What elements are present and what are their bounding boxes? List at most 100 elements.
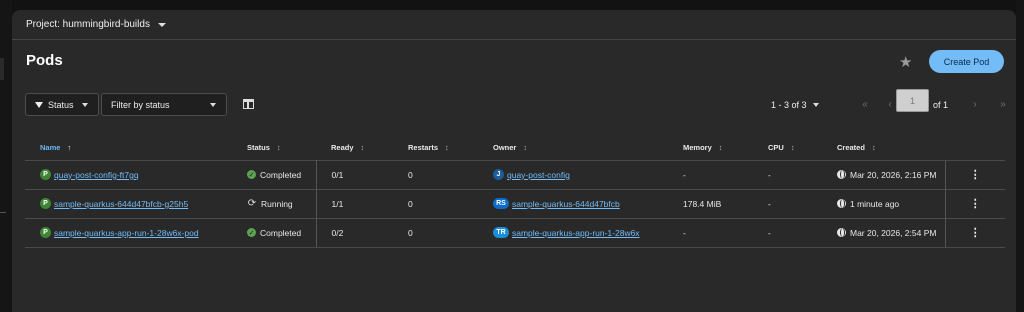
project-selector[interactable]: Project: hummingbird-builds bbox=[26, 19, 166, 30]
column-header-owner[interactable]: Owner ↕ bbox=[478, 136, 668, 160]
ready-cell: 0/2 bbox=[316, 217, 393, 248]
cpu-cell: - bbox=[753, 188, 822, 218]
owner-link[interactable]: sample-quarkus-644d47bfcb bbox=[512, 199, 620, 209]
restarts-cell: 0 bbox=[393, 217, 478, 248]
right-edge bbox=[1016, 0, 1024, 312]
page-of-label: of 1 bbox=[933, 99, 949, 110]
pod-name-cell: Pquay-post-config-ft7gq bbox=[25, 159, 232, 189]
status-cell: ⟳ Running bbox=[232, 188, 317, 218]
sync-icon: ⟳ bbox=[247, 198, 257, 210]
column-header-ready[interactable]: Ready ↕ bbox=[316, 136, 393, 160]
page-title: Pods bbox=[26, 52, 63, 69]
manage-columns-icon[interactable] bbox=[243, 99, 254, 109]
ready-cell: 1/1 bbox=[316, 188, 393, 218]
row-actions-cell: ⋮ bbox=[944, 159, 1005, 189]
pagination-summary: 1 - 3 of 3 bbox=[771, 99, 807, 110]
create-pod-button[interactable]: Create Pod bbox=[929, 50, 1004, 73]
created-cell: Mar 20, 2026, 2:16 PM bbox=[822, 159, 945, 189]
pod-name-link[interactable]: sample-quarkus-644d47bfcb-g25h5 bbox=[54, 199, 188, 209]
star-icon[interactable]: ★ bbox=[899, 55, 914, 70]
restarts-cell: 0 bbox=[393, 188, 478, 218]
pod-name-cell: Psample-quarkus-644d47bfcb-g25h5 bbox=[25, 188, 232, 218]
column-header-status[interactable]: Status ↕ bbox=[232, 136, 316, 160]
table-row: Psample-quarkus-app-run-1-28w6x-pod ✓ Com… bbox=[25, 217, 1005, 248]
pod-name-cell: Psample-quarkus-app-run-1-28w6x-pod bbox=[25, 217, 232, 248]
status-filter-select[interactable]: Filter by status bbox=[101, 93, 227, 116]
memory-cell: - bbox=[668, 159, 753, 189]
cpu-cell: - bbox=[753, 217, 822, 248]
pods-table: Name ↑ Status ↕ Ready ↕ Restarts ↕ Owner ↕ Me… bbox=[25, 136, 1005, 248]
sort-icon: ↕ bbox=[718, 143, 723, 153]
status-cell: ✓ Completed bbox=[232, 159, 317, 189]
project-label: Project: hummingbird-builds bbox=[26, 19, 150, 30]
created-text: 1 minute ago bbox=[850, 198, 900, 209]
status-text: Running bbox=[261, 198, 293, 209]
table-row: Psample-quarkus-644d47bfcb-g25h5 ⟳ Runnin… bbox=[25, 188, 1005, 218]
owner-link[interactable]: sample-quarkus-app-run-1-28w6x bbox=[512, 228, 640, 238]
row-actions-cell: ⋮ bbox=[944, 217, 1005, 248]
column-header-created[interactable]: Created ↕ bbox=[822, 136, 945, 160]
chevron-down-icon bbox=[81, 102, 88, 107]
pod-name-link[interactable]: sample-quarkus-app-run-1-28w6x-pod bbox=[54, 228, 199, 238]
column-header-memory[interactable]: Memory ↕ bbox=[668, 136, 753, 160]
owner-link[interactable]: quay-post-config bbox=[507, 170, 570, 180]
column-header-actions bbox=[945, 136, 1005, 160]
table-row: Pquay-post-config-ft7gq ✓ Completed 0/1 0… bbox=[25, 159, 1005, 189]
pagination-toggle[interactable]: 1 - 3 of 3 bbox=[771, 93, 819, 116]
pod-name-link[interactable]: quay-post-config-ft7gq bbox=[54, 170, 139, 180]
owner-badge: TR bbox=[493, 227, 509, 239]
page-number-input[interactable] bbox=[896, 89, 929, 112]
filter-value-label: Filter by status bbox=[111, 99, 170, 110]
owner-badge: RS bbox=[493, 198, 509, 210]
created-cell: Mar 20, 2026, 2:54 PM bbox=[822, 217, 945, 248]
row-actions-cell: ⋮ bbox=[944, 188, 1005, 218]
owner-cell: RS sample-quarkus-644d47bfcb bbox=[478, 188, 668, 218]
memory-cell: 178.4 MiB bbox=[668, 188, 753, 218]
kebab-menu-icon[interactable]: ⋮ bbox=[970, 169, 981, 181]
globe-icon bbox=[837, 199, 846, 209]
left-nav-edge bbox=[0, 0, 12, 312]
status-text: Completed bbox=[260, 169, 302, 180]
column-header-name[interactable]: Name ↑ bbox=[25, 136, 232, 160]
project-bar: Project: hummingbird-builds bbox=[12, 10, 1016, 40]
sort-icon: ↕ bbox=[871, 143, 876, 153]
kebab-menu-icon[interactable]: ⋮ bbox=[970, 198, 981, 210]
main-panel: Project: hummingbird-builds Pods ★ Creat… bbox=[12, 10, 1016, 312]
sort-icon: ↕ bbox=[523, 143, 528, 153]
sort-icon: ↕ bbox=[445, 143, 449, 153]
filter-type-label: Status bbox=[48, 99, 74, 110]
status-cell: ✓ Completed bbox=[232, 217, 317, 248]
memory-cell: - bbox=[668, 217, 753, 248]
pod-badge: P bbox=[40, 198, 51, 210]
globe-icon bbox=[837, 228, 846, 238]
globe-icon bbox=[837, 170, 846, 180]
cpu-cell: - bbox=[753, 159, 822, 189]
created-text: Mar 20, 2026, 2:54 PM bbox=[850, 227, 937, 238]
owner-cell: TR sample-quarkus-app-run-1-28w6x bbox=[478, 217, 668, 248]
owner-cell: Jquay-post-config bbox=[478, 159, 668, 189]
chevron-down-icon bbox=[812, 102, 819, 107]
chevron-down-icon bbox=[210, 103, 216, 107]
column-header-restarts[interactable]: Restarts ↕ bbox=[393, 136, 478, 160]
sort-icon: ↕ bbox=[360, 143, 365, 153]
last-page-icon[interactable]: » bbox=[995, 93, 1011, 116]
check-circle-icon: ✓ bbox=[247, 170, 256, 180]
sort-asc-icon: ↑ bbox=[67, 143, 72, 153]
created-cell: 1 minute ago bbox=[822, 188, 945, 218]
restarts-cell: 0 bbox=[393, 159, 478, 189]
nav-handle bbox=[0, 58, 4, 80]
ready-cell: 0/1 bbox=[316, 159, 393, 189]
created-text: Mar 20, 2026, 2:16 PM bbox=[850, 169, 937, 180]
kebab-menu-icon[interactable]: ⋮ bbox=[970, 227, 981, 239]
next-page-icon[interactable]: › bbox=[967, 93, 983, 116]
column-header-cpu[interactable]: CPU ↕ bbox=[753, 136, 822, 160]
sort-icon: ↕ bbox=[790, 143, 795, 153]
filter-type-dropdown[interactable]: Status bbox=[25, 93, 99, 116]
pod-badge: P bbox=[40, 227, 51, 239]
toolbar: Status Filter by status 1 - 3 of 3 « ‹ o… bbox=[25, 89, 1006, 117]
sort-icon: ↕ bbox=[276, 143, 281, 153]
check-circle-icon: ✓ bbox=[247, 228, 256, 238]
first-page-icon[interactable]: « bbox=[857, 93, 873, 116]
owner-badge: J bbox=[493, 169, 504, 181]
chevron-down-icon bbox=[157, 22, 166, 27]
